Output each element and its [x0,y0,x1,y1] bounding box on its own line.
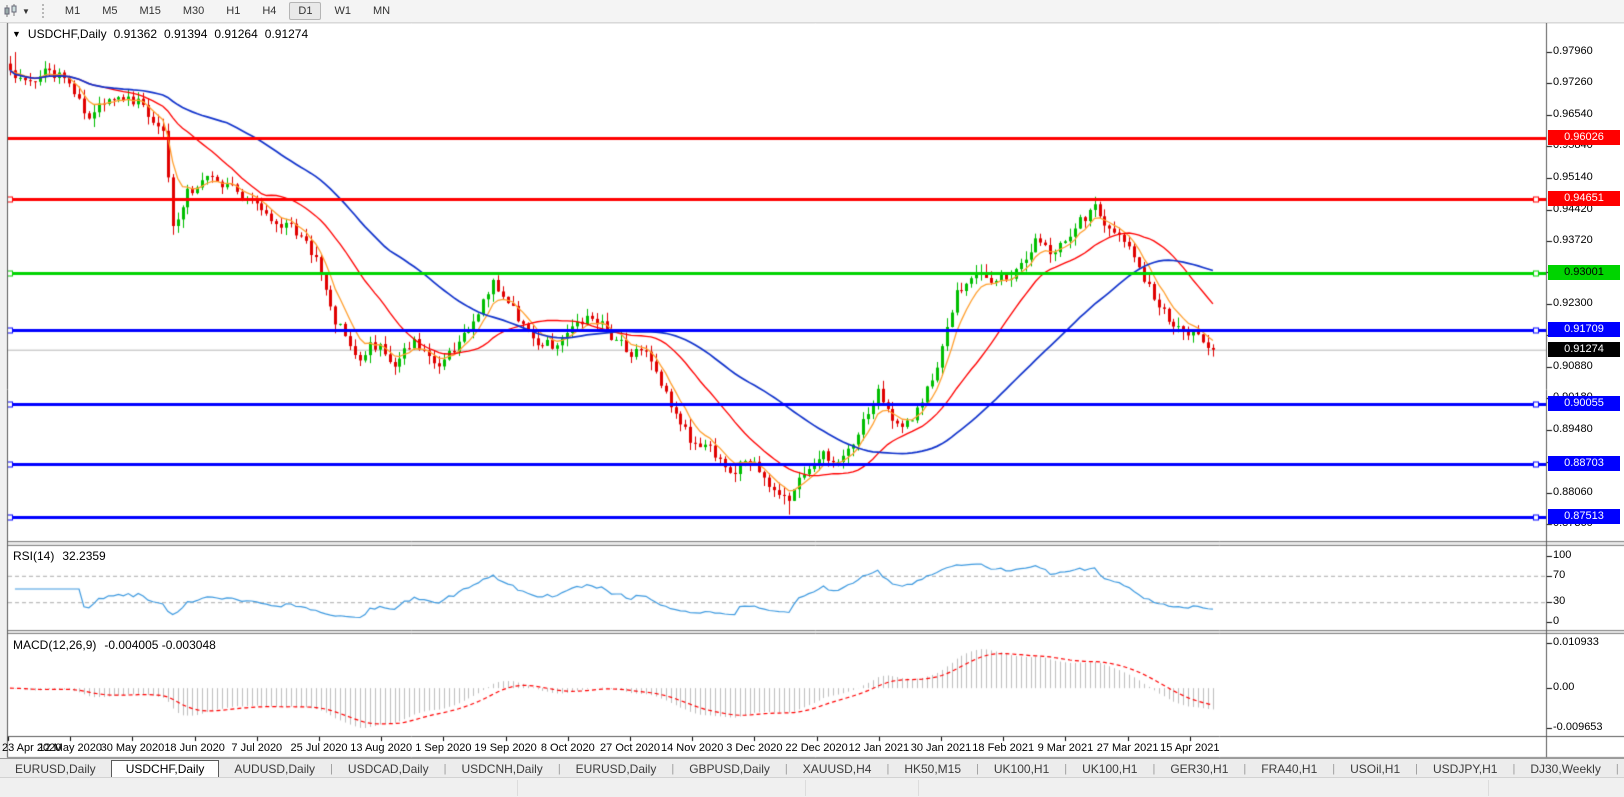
ohlc-low: 0.91264 [214,27,257,41]
timeframe-button-m15[interactable]: M15 [130,2,169,20]
level-price-badge: 0.93001 [1548,265,1620,280]
mt4-window: ▼ M1M5M15 M30H1H4D1W1MN ▼ USDCHF,Daily 0.… [0,0,1624,797]
status-divider [517,780,518,796]
tab-china300-h1[interactable]: CHINA300,H1 [1619,761,1624,777]
tab-uk100-h1[interactable]: UK100,H1 [979,761,1064,777]
rsi-value: 32.2359 [62,549,105,563]
ohlc-open: 0.91362 [114,27,157,41]
ohlc-high: 0.91394 [164,27,207,41]
date-axis-label: 12 Jan 2021 [849,742,910,754]
date-axis-label: 15 Apr 2021 [1160,742,1219,754]
date-axis-label: 27 Oct 2020 [600,742,660,754]
price-tick: 0.97960 [1553,45,1593,57]
date-axis-label: 14 Nov 2020 [661,742,723,754]
price-tick: 0.88060 [1553,486,1593,498]
price-tick: 0.93720 [1553,234,1593,246]
level-price-badge: 0.96026 [1548,130,1620,145]
tab-usdcnh-daily[interactable]: USDCNH,Daily [446,761,557,777]
price-tick: 0.95140 [1553,171,1593,183]
date-axis-label: 13 Aug 2020 [350,742,412,754]
price-tick: 0.97260 [1553,76,1593,88]
macd-name: MACD(12,26,9) [13,638,96,652]
level-price-badge: 0.94651 [1548,191,1620,206]
rsi-axis-tick: 0 [1553,615,1559,627]
tab-dj30-weekly[interactable]: DJ30,Weekly [1515,761,1615,777]
timeframe-button-w1[interactable]: W1 [325,2,360,20]
price-tick: 0.89480 [1553,423,1593,435]
status-divider [918,780,919,796]
tab-uk100-h1[interactable]: UK100,H1 [1067,761,1152,777]
level-price-badge: 0.91709 [1548,322,1620,337]
tab-usoil-h1[interactable]: USOil,H1 [1335,761,1415,777]
macd-axis-tick: -0.009653 [1553,721,1603,733]
timeframe-button-h4[interactable]: H4 [253,2,285,20]
toolbar-grip [42,4,44,18]
tab-hk50-m15[interactable]: HK50,M15 [889,761,976,777]
macd-axis-tick: 0.010933 [1553,636,1599,648]
status-bar [0,777,1624,797]
date-axis-label: 1 Sep 2020 [415,742,471,754]
price-tick: 0.90880 [1553,360,1593,372]
macd-values: -0.004005 -0.003048 [104,638,215,652]
candlestick-chart-icon [4,4,20,18]
collapse-arrow-icon[interactable]: ▼ [12,29,21,39]
date-axis-label: 22 Dec 2020 [785,742,847,754]
chevron-down-icon: ▼ [22,7,30,16]
chart-tab-bar: EURUSD,DailyUSDCHF,DailyAUDUSD,Daily|USD… [0,758,1624,778]
timeframe-button-m30[interactable]: M30 [174,2,213,20]
rsi-indicator-label: RSI(14) 32.2359 [13,549,106,563]
macd-indicator-label: MACD(12,26,9) -0.004005 -0.003048 [13,638,216,652]
level-price-badge: 0.87513 [1548,509,1620,524]
tab-usdchf-daily[interactable]: USDCHF,Daily [111,760,220,778]
rsi-name: RSI(14) [13,549,54,563]
tab-fra40-h1[interactable]: FRA40,H1 [1246,761,1332,777]
chart-type-dropdown[interactable]: ▼ [4,4,30,18]
status-divider [805,780,806,796]
date-axis-label: 18 Jun 2020 [164,742,225,754]
timeframe-button-m1[interactable]: M1 [56,2,89,20]
tab-audusd-daily[interactable]: AUDUSD,Daily [219,761,330,777]
ohlc-close: 0.91274 [265,27,308,41]
tab-xauusd-h4[interactable]: XAUUSD,H4 [788,761,887,777]
rsi-axis-tick: 100 [1553,549,1571,561]
timeframe-button-d1[interactable]: D1 [289,2,321,20]
tab-gbpusd-daily[interactable]: GBPUSD,Daily [674,761,785,777]
date-axis-label: 9 Mar 2021 [1038,742,1094,754]
toolbar: ▼ M1M5M15 M30H1H4D1W1MN [0,0,1624,23]
chart-canvas[interactable] [0,0,1624,797]
date-axis-label: 30 May 2020 [101,742,165,754]
current-price-badge: 0.91274 [1548,342,1620,357]
macd-axis-tick: 0.00 [1553,681,1574,693]
date-axis-label: 12 May 2020 [38,742,102,754]
level-price-badge: 0.90055 [1548,396,1620,411]
timeframe-buttons: M1M5M15 M30H1H4D1W1MN [54,2,401,20]
rsi-axis-tick: 70 [1553,569,1565,581]
tab-ger30-h1[interactable]: GER30,H1 [1155,761,1243,777]
timeframe-button-h1[interactable]: H1 [217,2,249,20]
price-tick: 0.92300 [1553,297,1593,309]
tab-eurusd-daily[interactable]: EURUSD,Daily [0,761,111,777]
chart-symbol: USDCHF,Daily [28,27,107,41]
date-axis-label: 3 Dec 2020 [726,742,782,754]
chart-title: ▼ USDCHF,Daily 0.91362 0.91394 0.91264 0… [12,27,308,41]
date-axis-label: 8 Oct 2020 [541,742,595,754]
rsi-axis-tick: 30 [1553,595,1565,607]
tab-usdcad-daily[interactable]: USDCAD,Daily [333,761,444,777]
timeframe-button-m5[interactable]: M5 [93,2,126,20]
tab-usdjpy-h1[interactable]: USDJPY,H1 [1418,761,1512,777]
level-price-badge: 0.88703 [1548,456,1620,471]
tab-eurusd-daily[interactable]: EURUSD,Daily [561,761,672,777]
status-divider [1488,780,1489,796]
date-axis-label: 7 Jul 2020 [231,742,282,754]
timeframe-button-mn[interactable]: MN [364,2,399,20]
price-tick: 0.96540 [1553,108,1593,120]
date-axis-label: 27 Mar 2021 [1097,742,1159,754]
date-axis-label: 18 Feb 2021 [972,742,1034,754]
date-axis-label: 25 Jul 2020 [291,742,348,754]
date-axis-label: 30 Jan 2021 [911,742,972,754]
date-axis-label: 19 Sep 2020 [474,742,536,754]
